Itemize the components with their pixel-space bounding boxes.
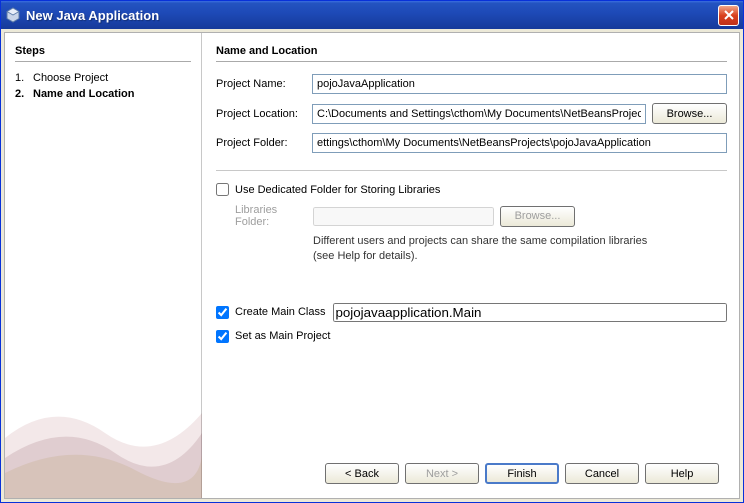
cancel-button[interactable]: Cancel bbox=[565, 463, 639, 484]
dedicated-folder-label[interactable]: Use Dedicated Folder for Storing Librari… bbox=[235, 184, 440, 196]
main-heading: Name and Location bbox=[216, 45, 727, 62]
finish-button[interactable]: Finish bbox=[485, 463, 559, 484]
button-bar: < Back Next > Finish Cancel Help bbox=[216, 455, 727, 492]
project-location-input[interactable] bbox=[312, 104, 646, 124]
libraries-folder-label: Libraries Folder: bbox=[235, 204, 313, 228]
create-main-class-label[interactable]: Create Main Class bbox=[235, 306, 325, 318]
close-button[interactable] bbox=[718, 5, 739, 26]
steps-sidebar: Steps 1.Choose Project 2.Name and Locati… bbox=[5, 33, 202, 498]
libraries-folder-row: Libraries Folder: Browse... bbox=[235, 204, 727, 228]
project-name-input[interactable] bbox=[312, 74, 727, 94]
libraries-folder-input bbox=[313, 207, 494, 226]
browse-location-button[interactable]: Browse... bbox=[652, 103, 727, 124]
step-item: 1.Choose Project bbox=[15, 70, 191, 86]
sidebar-decoration bbox=[5, 378, 202, 498]
project-folder-row: Project Folder: bbox=[216, 133, 727, 153]
dedicated-folder-row: Use Dedicated Folder for Storing Librari… bbox=[216, 183, 727, 196]
steps-heading: Steps bbox=[15, 45, 191, 62]
set-main-project-checkbox[interactable] bbox=[216, 330, 229, 343]
main-panel: Name and Location Project Name: Project … bbox=[202, 33, 739, 498]
window-title: New Java Application bbox=[26, 8, 718, 23]
steps-list: 1.Choose Project 2.Name and Location bbox=[15, 70, 191, 102]
app-icon bbox=[5, 7, 21, 23]
project-location-label: Project Location: bbox=[216, 108, 312, 120]
wizard-dialog: New Java Application Steps 1.Choose Proj… bbox=[0, 0, 744, 503]
project-folder-label: Project Folder: bbox=[216, 137, 312, 149]
main-class-input[interactable] bbox=[333, 303, 727, 322]
set-main-project-row: Set as Main Project bbox=[216, 330, 727, 343]
next-button: Next > bbox=[405, 463, 479, 484]
content-area: Steps 1.Choose Project 2.Name and Locati… bbox=[4, 32, 740, 499]
project-folder-input bbox=[312, 133, 727, 153]
back-button[interactable]: < Back bbox=[325, 463, 399, 484]
libraries-hint: Different users and projects can share t… bbox=[313, 234, 653, 265]
separator bbox=[216, 170, 727, 171]
help-button[interactable]: Help bbox=[645, 463, 719, 484]
set-main-project-label[interactable]: Set as Main Project bbox=[235, 330, 330, 342]
project-name-label: Project Name: bbox=[216, 78, 312, 90]
titlebar[interactable]: New Java Application bbox=[1, 1, 743, 29]
step-item: 2.Name and Location bbox=[15, 86, 191, 102]
create-main-class-checkbox[interactable] bbox=[216, 306, 229, 319]
browse-libraries-button: Browse... bbox=[500, 206, 575, 227]
project-name-row: Project Name: bbox=[216, 74, 727, 94]
project-location-row: Project Location: Browse... bbox=[216, 103, 727, 124]
create-main-class-row: Create Main Class bbox=[216, 303, 727, 322]
dedicated-folder-checkbox[interactable] bbox=[216, 183, 229, 196]
